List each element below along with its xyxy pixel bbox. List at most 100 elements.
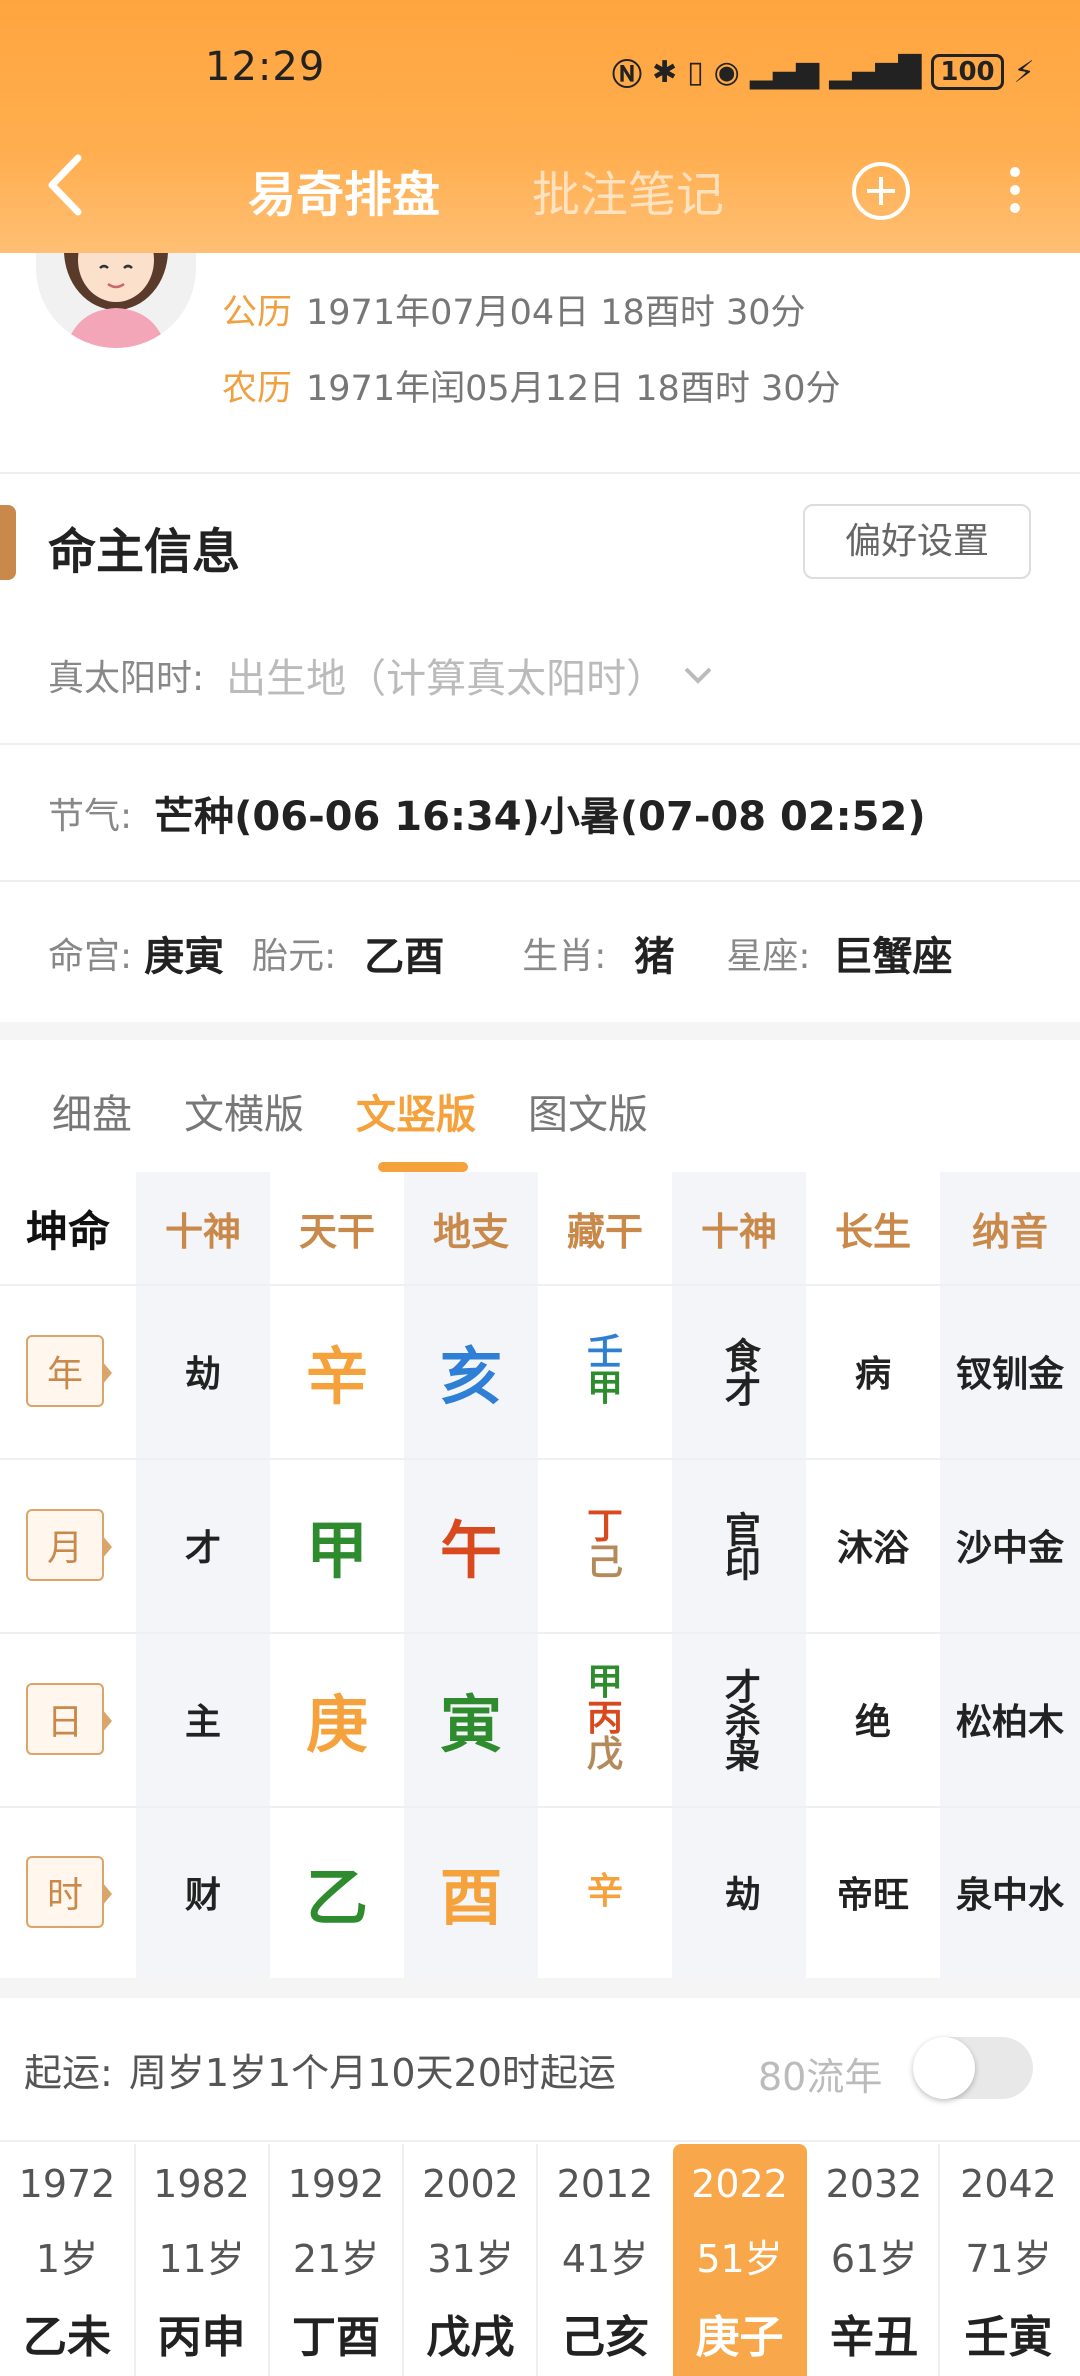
- app-header: 12:29 Ⓝ ✱ ▯ ◉ ▂▄▆ ▂▄▆█ 100 ⚡ 易奇排盘 批注笔记: [0, 0, 1080, 253]
- divider: [0, 743, 1080, 745]
- section-accent-bar: [0, 505, 16, 580]
- canggan-char: 己: [586, 1542, 623, 1583]
- dayun-year: 2012: [556, 2162, 654, 2206]
- section-gap: [0, 1022, 1080, 1040]
- pillar-label[interactable]: 时: [26, 1856, 112, 1928]
- dayun-item[interactable]: 1982 11岁 丙申: [135, 2144, 269, 2376]
- dayun-year: 2022: [691, 2162, 788, 2206]
- dayun-ganzhi: 辛丑: [830, 2312, 918, 2363]
- table-corner-label: 坤命: [25, 1206, 110, 1256]
- dayun-divider: [938, 2144, 940, 2376]
- table-cell-shishen: 财: [184, 1875, 221, 1916]
- taiyuan-value: 乙酉: [364, 934, 445, 980]
- tab-wenshu[interactable]: 文竖版: [356, 1082, 476, 1140]
- tab-wenheng[interactable]: 文横版: [184, 1082, 304, 1140]
- canggan-char: 甲: [586, 1662, 623, 1703]
- minggong-label: 命宫:: [48, 936, 133, 977]
- zodiac-label: 生肖:: [522, 936, 607, 977]
- column-header: 十神: [700, 1209, 777, 1254]
- qiyun-value: 周岁1岁1个月10天20时起运: [128, 2050, 616, 2095]
- dayun-year: 2042: [960, 2162, 1057, 2206]
- back-button[interactable]: [42, 150, 92, 220]
- tab-notes[interactable]: 批注笔记: [532, 155, 724, 225]
- charging-icon: ⚡: [1013, 54, 1035, 90]
- dayun-item[interactable]: 2012 41岁 己亥: [538, 2144, 672, 2376]
- table-cell-shishen2: 劫: [718, 1875, 760, 1909]
- vibrate-icon: ▯: [687, 54, 704, 90]
- pillar-label[interactable]: 年: [26, 1335, 112, 1407]
- lunar-label: 农历: [222, 369, 293, 409]
- chevron-down-icon: [684, 667, 712, 684]
- zodiac-value: 猪: [634, 934, 675, 980]
- table-cell-changsheng: 帝旺: [836, 1875, 909, 1916]
- birthplace-select[interactable]: 出生地（计算真太阳时）: [226, 646, 666, 704]
- dayun-year: 2032: [825, 2162, 923, 2206]
- liunian-toggle[interactable]: [913, 2037, 1033, 2099]
- star-value: 巨蟹座: [832, 934, 953, 980]
- star-label: 星座:: [726, 936, 811, 977]
- solar-terms-label: 节气:: [48, 796, 133, 837]
- battery-indicator: 100: [931, 54, 1004, 90]
- table-cell-zhi: 寅: [439, 1688, 502, 1761]
- dayun-item[interactable]: 2042 71岁壬寅: [942, 2144, 1076, 2376]
- more-vertical-icon: [1010, 167, 1020, 213]
- dayun-item[interactable]: 1972 1岁 乙未: [0, 2144, 134, 2376]
- canggan-char: 辛: [586, 1871, 623, 1912]
- column-header: 纳音: [971, 1209, 1048, 1254]
- table-cell-canggan: 壬甲: [538, 1284, 672, 1458]
- toggle-knob: [913, 2037, 975, 2099]
- tab-paipan[interactable]: 易奇排盘: [248, 155, 440, 225]
- lunar-date-row: 农历 1971年闰05月12日 18酉时 30分: [222, 360, 840, 411]
- preference-settings-button[interactable]: 偏好设置: [803, 504, 1031, 579]
- chevron-left-icon: [48, 154, 82, 216]
- dayun-age: 1岁: [35, 2237, 99, 2281]
- table-cell-shishen2: 食才: [718, 1337, 760, 1405]
- more-menu-button[interactable]: [1000, 160, 1030, 230]
- dayun-age: 11岁: [158, 2237, 245, 2281]
- table-cell-zhi: 午: [439, 1514, 502, 1587]
- tab-xipan[interactable]: 细盘: [52, 1082, 132, 1140]
- canggan-char: 戊: [586, 1734, 623, 1775]
- table-cell-nayin: 泉中水: [955, 1875, 1064, 1916]
- dayun-age: 71岁: [965, 2237, 1052, 2281]
- dayun-age: 61岁: [830, 2237, 918, 2281]
- dayun-item[interactable]: 2022 51岁 庚子: [672, 2144, 807, 2376]
- true-solar-row[interactable]: 真太阳时: 出生地（计算真太阳时）: [48, 640, 1080, 710]
- canggan-char: 丁: [586, 1506, 623, 1547]
- table-cell-gan: 庚: [305, 1688, 368, 1761]
- table-cell-changsheng: 病: [854, 1354, 891, 1395]
- dayun-item[interactable]: 1992 21岁 丁酉: [269, 2144, 403, 2376]
- status-time: 12:29: [205, 44, 326, 90]
- add-button[interactable]: [850, 160, 912, 222]
- table-cell-nayin: 沙中金: [955, 1528, 1064, 1569]
- solar-date-row: 公历 1971年07月04日 18酉时 30分: [222, 284, 805, 335]
- column-header: 长生: [834, 1209, 911, 1254]
- solar-value: 1971年07月04日 18酉时 30分: [306, 293, 806, 333]
- taiyuan-label: 胎元:: [252, 936, 337, 977]
- pillar-label[interactable]: 日: [26, 1683, 112, 1755]
- table-cell-canggan: 丁己: [538, 1458, 672, 1632]
- dayun-ganzhi: 壬寅: [964, 2312, 1053, 2363]
- column-header: 十神: [164, 1209, 241, 1254]
- dayun-ganzhi: 戊戌: [426, 2312, 515, 2363]
- column-header: 天干: [298, 1209, 375, 1254]
- table-cell-gan: 乙: [305, 1861, 368, 1934]
- dayun-year: 1982: [153, 2162, 250, 2206]
- divider: [0, 880, 1080, 882]
- dayun-ganzhi: 丁酉: [292, 2312, 380, 2363]
- pillar-label[interactable]: 月: [26, 1509, 112, 1581]
- table-cell-shishen: 主: [184, 1702, 221, 1743]
- dayun-ganzhi: 乙未: [23, 2312, 111, 2363]
- dayun-item[interactable]: 2032 61岁辛丑: [807, 2144, 941, 2376]
- info-row: 命宫: 庚寅 胎元: 乙酉 生肖: 猪 星座: 巨蟹座: [48, 918, 1080, 988]
- table-cell-zhi: 亥: [439, 1340, 502, 1413]
- dayun-item[interactable]: 2002 31岁 戊戌: [404, 2144, 538, 2376]
- canggan-char: 丙: [586, 1698, 623, 1739]
- solar-label: 公历: [222, 293, 293, 333]
- column-header: 藏干: [566, 1209, 643, 1254]
- status-icons: Ⓝ ✱ ▯ ◉ ▂▄▆ ▂▄▆█ 100 ⚡: [612, 50, 1035, 94]
- table-cell-nayin: 松柏木: [955, 1702, 1064, 1743]
- table-cell-shishen: 才: [184, 1528, 221, 1569]
- tab-tuwen[interactable]: 图文版: [528, 1082, 648, 1140]
- section-title: 命主信息: [48, 524, 241, 580]
